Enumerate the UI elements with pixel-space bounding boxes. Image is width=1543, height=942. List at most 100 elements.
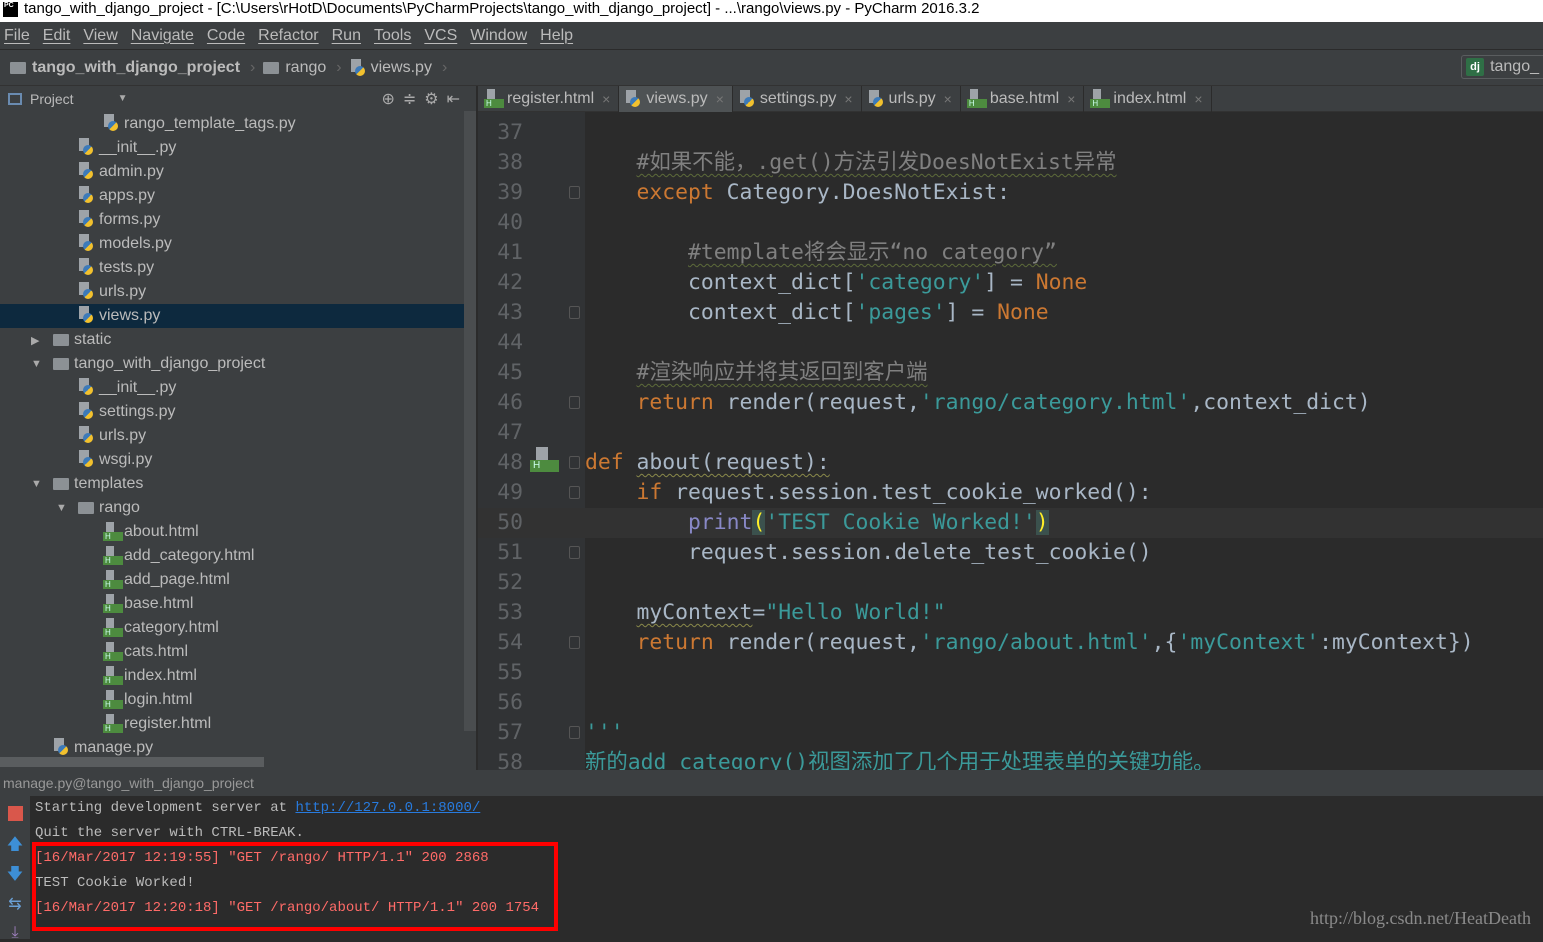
tree-item[interactable]: ▼ rango xyxy=(0,496,464,520)
close-icon[interactable]: × xyxy=(844,91,852,107)
tab-base-html[interactable]: base.html × xyxy=(961,86,1085,112)
tree-item[interactable]: base.html xyxy=(0,592,464,616)
tree-item[interactable]: __init__.py xyxy=(0,136,464,160)
stop-icon[interactable] xyxy=(6,806,24,824)
line-number: 56 xyxy=(497,690,523,715)
close-icon[interactable]: × xyxy=(944,91,952,107)
menu-run[interactable]: Run xyxy=(332,27,361,45)
hide-icon[interactable]: ⇤ xyxy=(447,91,468,108)
code-line: 56 xyxy=(478,688,1543,718)
tree-item[interactable]: manage.py xyxy=(0,736,464,760)
tree-item[interactable]: ▼ tango_with_django_project xyxy=(0,352,464,376)
menu-view[interactable]: View xyxy=(83,27,117,45)
tree-item[interactable]: register.html xyxy=(0,712,464,736)
tree-item-label: urls.py xyxy=(99,283,147,300)
code-token-plain: ,context_dict) xyxy=(1190,390,1371,415)
scroll-to-end-icon[interactable]: ⤓ xyxy=(6,924,24,942)
tree-item-label: add_page.html xyxy=(124,571,230,588)
line-number: 41 xyxy=(497,240,523,265)
tree-item[interactable]: urls.py xyxy=(0,424,464,448)
collapse-icon[interactable]: ≑ xyxy=(403,91,424,108)
tree-item-label: tests.py xyxy=(99,259,155,276)
expanded-arrow-icon[interactable]: ▼ xyxy=(31,478,42,490)
close-icon[interactable]: × xyxy=(1067,91,1075,107)
menu-code[interactable]: Code xyxy=(207,27,245,45)
tab-urls-py[interactable]: urls.py × xyxy=(862,86,961,112)
code-editor[interactable]: 37 38 #如果不能，.get()方法引发DoesNotExist异常 39 ex… xyxy=(478,112,1543,770)
close-icon[interactable]: × xyxy=(1194,91,1202,107)
tree-item[interactable]: apps.py xyxy=(0,184,464,208)
breadcrumb-rango[interactable]: rango xyxy=(263,59,326,77)
breadcrumb-file[interactable]: views.py xyxy=(350,58,432,77)
code-line: 51 request.session.delete_test_cookie() xyxy=(478,538,1543,568)
tree-item[interactable]: rango_template_tags.py xyxy=(0,112,464,136)
tree-item[interactable]: models.py xyxy=(0,232,464,256)
tree-item[interactable]: admin.py xyxy=(0,160,464,184)
tree-item[interactable]: views.py xyxy=(0,304,464,328)
arrow-down-icon[interactable]: 🡇 xyxy=(6,866,24,884)
code-token-plain: Category.DoesNotExist: xyxy=(713,180,1010,205)
chevron-right-icon: › xyxy=(441,58,448,76)
fold-marker-icon[interactable] xyxy=(569,456,580,469)
code-line: 52 xyxy=(478,568,1543,598)
breadcrumb-label: views.py xyxy=(370,58,432,76)
project-view-select[interactable]: Project xyxy=(30,91,74,107)
tree-scrollbar[interactable] xyxy=(464,111,476,731)
tree-item[interactable]: category.html xyxy=(0,616,464,640)
tab-register-html[interactable]: register.html × xyxy=(478,86,620,112)
locate-icon[interactable]: ⊕ xyxy=(381,91,402,108)
menu-refactor[interactable]: Refactor xyxy=(258,27,318,45)
menu-window[interactable]: Window xyxy=(470,27,527,45)
expanded-arrow-icon[interactable]: ▼ xyxy=(31,358,42,370)
tree-item[interactable]: about.html xyxy=(0,520,464,544)
tree-item[interactable]: forms.py xyxy=(0,208,464,232)
tree-item[interactable]: urls.py xyxy=(0,280,464,304)
code-token-plain: ] = xyxy=(945,300,998,325)
tree-item[interactable]: __init__.py xyxy=(0,376,464,400)
tab-settings-py[interactable]: settings.py × xyxy=(733,86,862,112)
code-token-kw: None xyxy=(1035,270,1088,295)
server-url-link[interactable]: http://127.0.0.1:8000/ xyxy=(295,800,480,816)
gear-icon[interactable]: ⚙ xyxy=(424,91,446,108)
menu-tools[interactable]: Tools xyxy=(374,27,411,45)
tree-item[interactable]: settings.py xyxy=(0,400,464,424)
fold-marker-icon[interactable] xyxy=(569,486,580,499)
breadcrumb-project[interactable]: tango_with_django_project xyxy=(10,59,240,77)
fold-marker-icon[interactable] xyxy=(569,636,580,649)
line-number: 58 xyxy=(497,750,523,770)
code-token-plain: render(request, xyxy=(713,630,920,655)
tree-item[interactable]: login.html xyxy=(0,688,464,712)
menu-vcs[interactable]: VCS xyxy=(424,27,457,45)
collapsed-arrow-icon[interactable]: ▶ xyxy=(31,334,39,347)
menu-edit[interactable]: Edit xyxy=(43,27,71,45)
tree-item[interactable]: add_category.html xyxy=(0,544,464,568)
expanded-arrow-icon[interactable]: ▼ xyxy=(56,502,67,514)
folder-icon xyxy=(53,358,69,370)
fold-marker-icon[interactable] xyxy=(569,546,580,559)
run-configuration-select[interactable]: dj tango_ xyxy=(1461,55,1543,79)
tree-item[interactable]: tests.py xyxy=(0,256,464,280)
close-icon[interactable]: × xyxy=(602,91,610,107)
menu-help[interactable]: Help xyxy=(540,27,573,45)
tree-item[interactable]: wsgi.py xyxy=(0,448,464,472)
menu-navigate[interactable]: Navigate xyxy=(131,27,194,45)
menu-file[interactable]: File xyxy=(4,27,30,45)
tree-item[interactable]: index.html xyxy=(0,664,464,688)
tab-index-html[interactable]: index.html × xyxy=(1084,86,1212,112)
html-template-gutter-icon[interactable] xyxy=(530,447,559,473)
tree-item[interactable]: ▶ static xyxy=(0,328,464,352)
chevron-down-icon[interactable]: ▼ xyxy=(118,93,128,104)
fold-marker-icon[interactable] xyxy=(569,186,580,199)
tab-views-py[interactable]: views.py × xyxy=(619,86,733,112)
arrow-up-icon[interactable]: 🡅 xyxy=(6,836,24,854)
tree-item[interactable]: add_page.html xyxy=(0,568,464,592)
fold-marker-icon[interactable] xyxy=(569,726,580,739)
tree-item[interactable]: ▼ templates xyxy=(0,472,464,496)
fold-marker-icon[interactable] xyxy=(569,396,580,409)
tree-item[interactable]: cats.html xyxy=(0,640,464,664)
close-icon[interactable]: × xyxy=(716,91,724,107)
python-file-icon xyxy=(103,114,119,132)
soft-wrap-icon[interactable]: ⇆ xyxy=(6,896,24,914)
fold-marker-icon[interactable] xyxy=(569,306,580,319)
